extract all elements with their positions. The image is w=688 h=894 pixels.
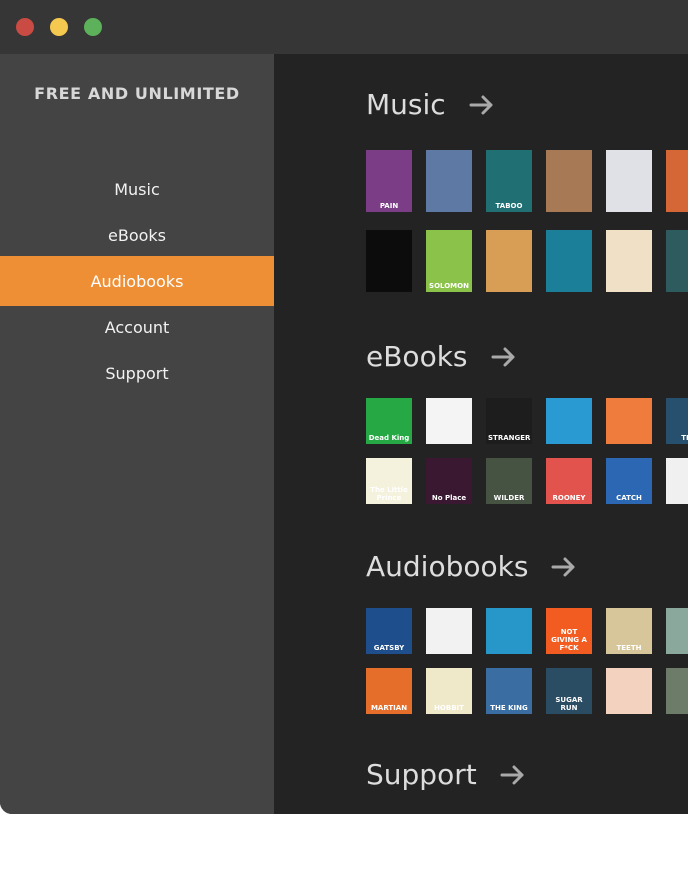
- ebooks-row-2: The Little Prince No Place WILDER ROONEY…: [366, 458, 688, 504]
- arrow-right-icon[interactable]: [499, 761, 527, 789]
- section-support-header[interactable]: Support: [366, 758, 527, 791]
- close-window-button[interactable]: [16, 18, 34, 36]
- music-row-1: PAIN TABOO: [366, 150, 688, 212]
- sidebar-item-ebooks[interactable]: eBooks: [0, 210, 274, 260]
- audiobook-cover[interactable]: NOT GIVING A F*CK: [546, 608, 592, 654]
- album-cover[interactable]: [666, 230, 688, 292]
- album-cover[interactable]: [486, 230, 532, 292]
- audiobook-cover[interactable]: THE KING: [486, 668, 532, 714]
- section-music-header[interactable]: Music: [366, 88, 496, 121]
- book-cover[interactable]: No Place: [426, 458, 472, 504]
- audiobook-cover[interactable]: MARTIAN: [366, 668, 412, 714]
- album-cover[interactable]: SOLOMON: [426, 230, 472, 292]
- audiobooks-row-2: MARTIAN HOBBIT THE KING SUGAR RUN: [366, 668, 688, 714]
- sidebar-item-label: Music: [114, 179, 160, 199]
- sidebar-item-support[interactable]: Support: [0, 348, 274, 398]
- album-cover[interactable]: [366, 230, 412, 292]
- audiobook-cover[interactable]: [606, 668, 652, 714]
- audiobook-cover[interactable]: [426, 608, 472, 654]
- audiobook-cover[interactable]: [666, 608, 688, 654]
- sidebar-nav: Music eBooks Audiobooks Account Support: [0, 164, 274, 394]
- album-cover[interactable]: TABOO: [486, 150, 532, 212]
- section-title: eBooks: [366, 340, 468, 373]
- book-cover[interactable]: ROONEY: [546, 458, 592, 504]
- minimize-window-button[interactable]: [50, 18, 68, 36]
- arrow-right-icon[interactable]: [550, 553, 578, 581]
- section-title: Support: [366, 758, 477, 791]
- audiobook-cover[interactable]: TEETH: [606, 608, 652, 654]
- arrow-right-icon[interactable]: [468, 91, 496, 119]
- sidebar-item-account[interactable]: Account: [0, 302, 274, 352]
- ebooks-row-1: Dead King STRANGER THE: [366, 398, 688, 444]
- book-cover[interactable]: THE: [666, 398, 688, 444]
- audiobook-cover[interactable]: [666, 668, 688, 714]
- section-ebooks-header[interactable]: eBooks: [366, 340, 518, 373]
- book-cover[interactable]: [546, 398, 592, 444]
- brand-title: FREE AND UNLIMITED: [34, 84, 240, 103]
- audiobook-cover[interactable]: HOBBIT: [426, 668, 472, 714]
- album-cover[interactable]: [666, 150, 688, 212]
- sidebar-item-label: Audiobooks: [90, 271, 184, 291]
- sidebar-item-audiobooks[interactable]: Audiobooks: [0, 256, 274, 306]
- sidebar: FREE AND UNLIMITED Music eBooks Audioboo…: [0, 54, 274, 814]
- app-window: FREE AND UNLIMITED Music eBooks Audioboo…: [0, 0, 688, 814]
- arrow-right-icon[interactable]: [490, 343, 518, 371]
- book-cover[interactable]: WILDER: [486, 458, 532, 504]
- section-title: Music: [366, 88, 446, 121]
- album-cover[interactable]: PAIN: [366, 150, 412, 212]
- music-row-2: SOLOMON: [366, 230, 688, 292]
- audiobook-cover[interactable]: [486, 608, 532, 654]
- book-cover[interactable]: [666, 458, 688, 504]
- section-title: Audiobooks: [366, 550, 529, 583]
- book-cover[interactable]: CATCH: [606, 458, 652, 504]
- title-bar: [0, 0, 688, 54]
- book-cover[interactable]: [606, 398, 652, 444]
- book-cover[interactable]: [426, 398, 472, 444]
- album-cover[interactable]: [546, 150, 592, 212]
- sidebar-item-label: eBooks: [108, 225, 166, 245]
- sidebar-item-label: Account: [104, 317, 170, 337]
- audiobook-cover[interactable]: GATSBY: [366, 608, 412, 654]
- audiobook-cover[interactable]: SUGAR RUN: [546, 668, 592, 714]
- sidebar-item-label: Support: [105, 363, 169, 383]
- zoom-window-button[interactable]: [84, 18, 102, 36]
- section-audiobooks-header[interactable]: Audiobooks: [366, 550, 578, 583]
- book-cover[interactable]: STRANGER: [486, 398, 532, 444]
- sidebar-item-music[interactable]: Music: [0, 164, 274, 214]
- album-cover[interactable]: [426, 150, 472, 212]
- album-cover[interactable]: [606, 230, 652, 292]
- album-cover[interactable]: [606, 150, 652, 212]
- book-cover[interactable]: Dead King: [366, 398, 412, 444]
- album-cover[interactable]: [546, 230, 592, 292]
- book-cover[interactable]: The Little Prince: [366, 458, 412, 504]
- audiobooks-row-1: GATSBY NOT GIVING A F*CK TEETH: [366, 608, 688, 654]
- content-area: Music PAIN TABOO SOLOMON eBooks Dead Kin…: [274, 54, 688, 814]
